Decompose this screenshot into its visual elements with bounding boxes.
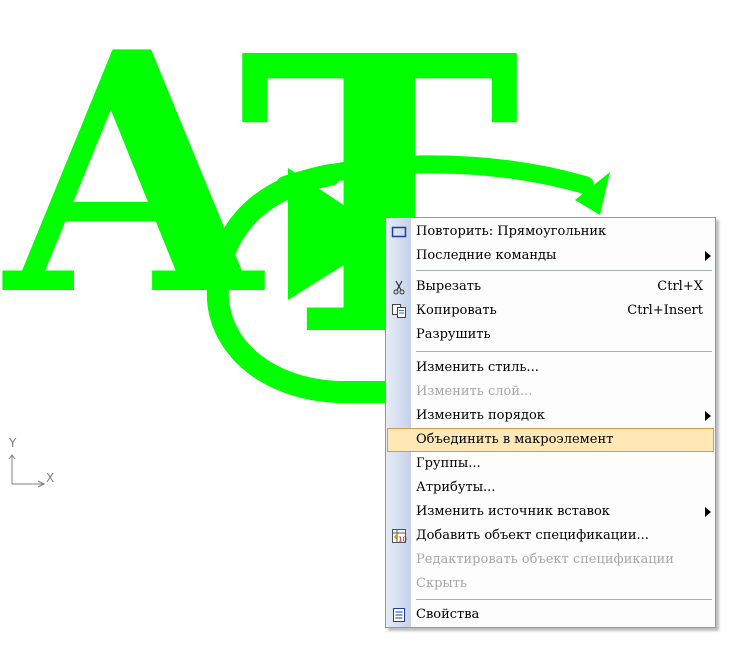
- menu-item-properties[interactable]: Свойства: [386, 603, 715, 627]
- menu-separator: [416, 351, 712, 352]
- menu-item-label: Повторить: Прямоугольник: [416, 224, 607, 239]
- menu-item-label: Копировать: [416, 303, 497, 318]
- menu-item-change-style[interactable]: Изменить стиль...: [386, 356, 715, 380]
- menu-item-label: Объединить в макроэлемент: [416, 432, 614, 447]
- copy-icon: [392, 304, 406, 318]
- menu-item-label: Последние команды: [416, 248, 557, 263]
- menu-item-label: Разрушить: [416, 327, 491, 342]
- menu-item-label: Добавить объект спецификации...: [416, 528, 649, 543]
- menu-item-groups[interactable]: Группы...: [386, 452, 715, 476]
- menu-item-label: Изменить источник вставок: [416, 504, 610, 519]
- menu-item-edit-spec-object: Редактировать объект спецификации: [386, 548, 715, 572]
- scissors-icon: [393, 280, 405, 295]
- svg-text:10: 10: [398, 536, 407, 544]
- ucs-axis-icon: [8, 454, 46, 488]
- menu-item-label: Редактировать объект спецификации: [416, 552, 674, 567]
- menu-item-cut[interactable]: Вырезать Ctrl+X: [386, 275, 715, 299]
- menu-item-shortcut: Ctrl+X: [657, 279, 703, 294]
- menu-item-label: Свойства: [416, 607, 480, 622]
- menu-item-change-layer: Изменить слой...: [386, 380, 715, 404]
- submenu-arrow-icon: [705, 251, 711, 261]
- properties-icon: [393, 608, 405, 622]
- menu-item-combine-macro[interactable]: Объединить в макроэлемент: [386, 428, 715, 452]
- submenu-arrow-icon: [705, 411, 711, 421]
- menu-item-label: Скрыть: [416, 576, 468, 591]
- menu-separator: [416, 270, 712, 271]
- ucs-y-label: Y: [8, 436, 17, 450]
- menu-item-label: Изменить стиль...: [416, 360, 539, 375]
- menu-item-label: Вырезать: [416, 279, 482, 294]
- menu-item-copy[interactable]: Копировать Ctrl+Insert: [386, 299, 715, 323]
- menu-item-repeat-rectangle[interactable]: Повторить: Прямоугольник: [386, 220, 715, 244]
- menu-item-label: Группы...: [416, 456, 481, 471]
- context-menu: Повторить: Прямоугольник Последние коман…: [385, 217, 716, 628]
- menu-item-change-insert-source[interactable]: Изменить источник вставок: [386, 500, 715, 524]
- menu-item-add-spec-object[interactable]: 10 Добавить объект спецификации...: [386, 524, 715, 548]
- menu-item-shortcut: Ctrl+Insert: [627, 303, 703, 318]
- menu-item-recent-commands[interactable]: Последние команды: [386, 244, 715, 268]
- menu-separator: [416, 599, 712, 600]
- menu-item-label: Атрибуты...: [416, 480, 496, 495]
- submenu-arrow-icon: [705, 507, 711, 517]
- menu-item-hide: Скрыть: [386, 572, 715, 596]
- menu-item-label: Изменить порядок: [416, 408, 545, 423]
- menu-item-attributes[interactable]: Атрибуты...: [386, 476, 715, 500]
- ucs-x-label: X: [46, 471, 54, 485]
- rectangle-icon: [391, 226, 407, 238]
- spec-table-add-icon: 10: [392, 529, 407, 544]
- menu-item-explode[interactable]: Разрушить: [386, 323, 715, 347]
- menu-item-change-order[interactable]: Изменить порядок: [386, 404, 715, 428]
- menu-item-label: Изменить слой...: [416, 384, 533, 399]
